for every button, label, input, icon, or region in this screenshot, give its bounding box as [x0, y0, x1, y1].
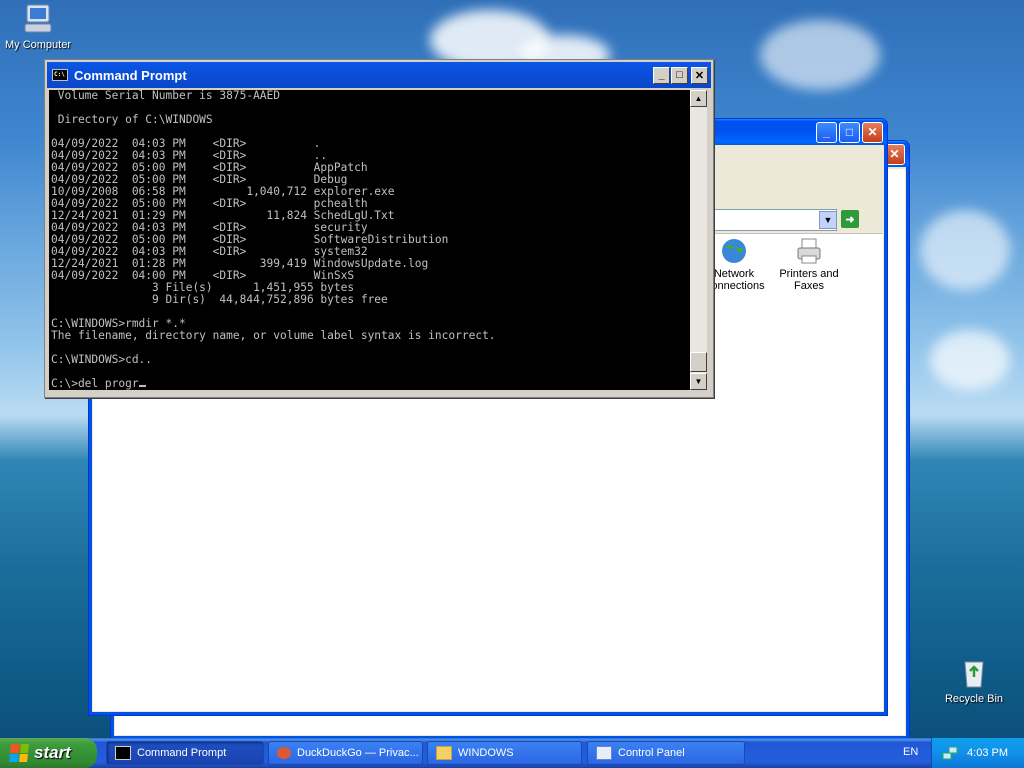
console-prompt-line[interactable]: C:\>del progr — [51, 378, 692, 390]
item-label: Printers and — [779, 268, 839, 280]
command-prompt-window[interactable]: C:\ Command Prompt _ □ ✕ Volume Serial N… — [44, 59, 714, 398]
console-prompt: C:\>del progr — [51, 377, 139, 390]
scrollbar-thumb[interactable] — [690, 352, 707, 372]
window-title: Command Prompt — [74, 67, 187, 83]
task-label: WINDOWS — [458, 747, 514, 759]
go-arrow-icon[interactable]: ➜ — [841, 210, 859, 228]
taskbar-item-windows-folder[interactable]: WINDOWS — [427, 741, 582, 765]
start-label: start — [34, 743, 71, 762]
desktop-icon-label: My Computer — [4, 39, 72, 51]
vertical-scrollbar[interactable]: ▲ ▼ — [690, 90, 707, 390]
console-line: Volume Serial Number is 3875-AAED — [51, 90, 281, 102]
cloud — [920, 210, 1010, 290]
desktop-icon-recycle-bin[interactable]: Recycle Bin — [934, 656, 1014, 705]
minimize-button[interactable]: _ — [816, 121, 837, 143]
clock[interactable]: 4:03 PM — [967, 747, 1008, 759]
printer-icon — [794, 236, 824, 266]
command-prompt-titlebar[interactable]: C:\ Command Prompt _ □ ✕ — [47, 62, 711, 88]
network-tray-icon[interactable] — [942, 745, 958, 761]
task-label: Command Prompt — [137, 747, 227, 759]
minimize-button[interactable]: _ — [653, 66, 670, 84]
control-panel-icon — [596, 746, 612, 760]
taskbar-item-browser[interactable]: DuckDuckGo — Privac... — [268, 741, 423, 765]
task-label: DuckDuckGo — Privac... — [297, 747, 419, 759]
console-line: C:\WINDOWS>cd.. — [51, 353, 153, 366]
cloud — [760, 20, 880, 90]
console-output[interactable]: Volume Serial Number is 3875-AAED Direct… — [49, 90, 692, 390]
console-lines: Volume Serial Number is 3875-AAED Direct… — [51, 90, 692, 378]
scroll-down-arrow-icon[interactable]: ▼ — [690, 373, 707, 390]
start-button[interactable]: start — [0, 738, 97, 768]
item-printers-and-faxes[interactable]: Printers and Faxes — [769, 234, 849, 292]
maximize-button[interactable]: □ — [671, 66, 688, 84]
item-label: Faxes — [794, 280, 824, 292]
maximize-button[interactable]: □ — [839, 121, 860, 143]
taskbar-item-control-panel[interactable]: Control Panel — [587, 741, 745, 765]
console-line: Directory of C:\WINDOWS — [51, 113, 213, 126]
system-tray: 4:03 PM — [931, 738, 1024, 768]
desktop-icon-label: Recycle Bin — [944, 693, 1004, 705]
folder-icon — [436, 746, 452, 760]
chevron-down-icon[interactable]: ▼ — [819, 211, 837, 229]
cmd-icon — [115, 746, 131, 760]
language-indicator[interactable]: EN — [903, 746, 918, 758]
scroll-up-arrow-icon[interactable]: ▲ — [690, 90, 707, 107]
close-button[interactable]: ✕ — [862, 121, 883, 143]
cmd-icon: C:\ — [52, 69, 68, 81]
console-line: The filename, directory name, or volume … — [51, 329, 496, 342]
windows-logo-icon — [9, 744, 29, 762]
taskbar-item-command-prompt[interactable]: Command Prompt — [106, 741, 264, 765]
cloud — [930, 330, 1010, 390]
computer-icon — [21, 2, 55, 36]
close-button[interactable]: ✕ — [691, 66, 708, 84]
desktop-icon-my-computer[interactable]: My Computer — [0, 2, 78, 51]
text-cursor — [138, 385, 146, 387]
task-label: Control Panel — [618, 747, 685, 759]
console-line: 9 Dir(s) 44,844,752,896 bytes free — [51, 293, 388, 306]
browser-icon — [277, 747, 291, 759]
taskbar: start Command Prompt DuckDuckGo — Privac… — [0, 738, 1024, 768]
recycle-bin-icon — [957, 656, 991, 690]
network-globe-icon — [719, 236, 749, 266]
